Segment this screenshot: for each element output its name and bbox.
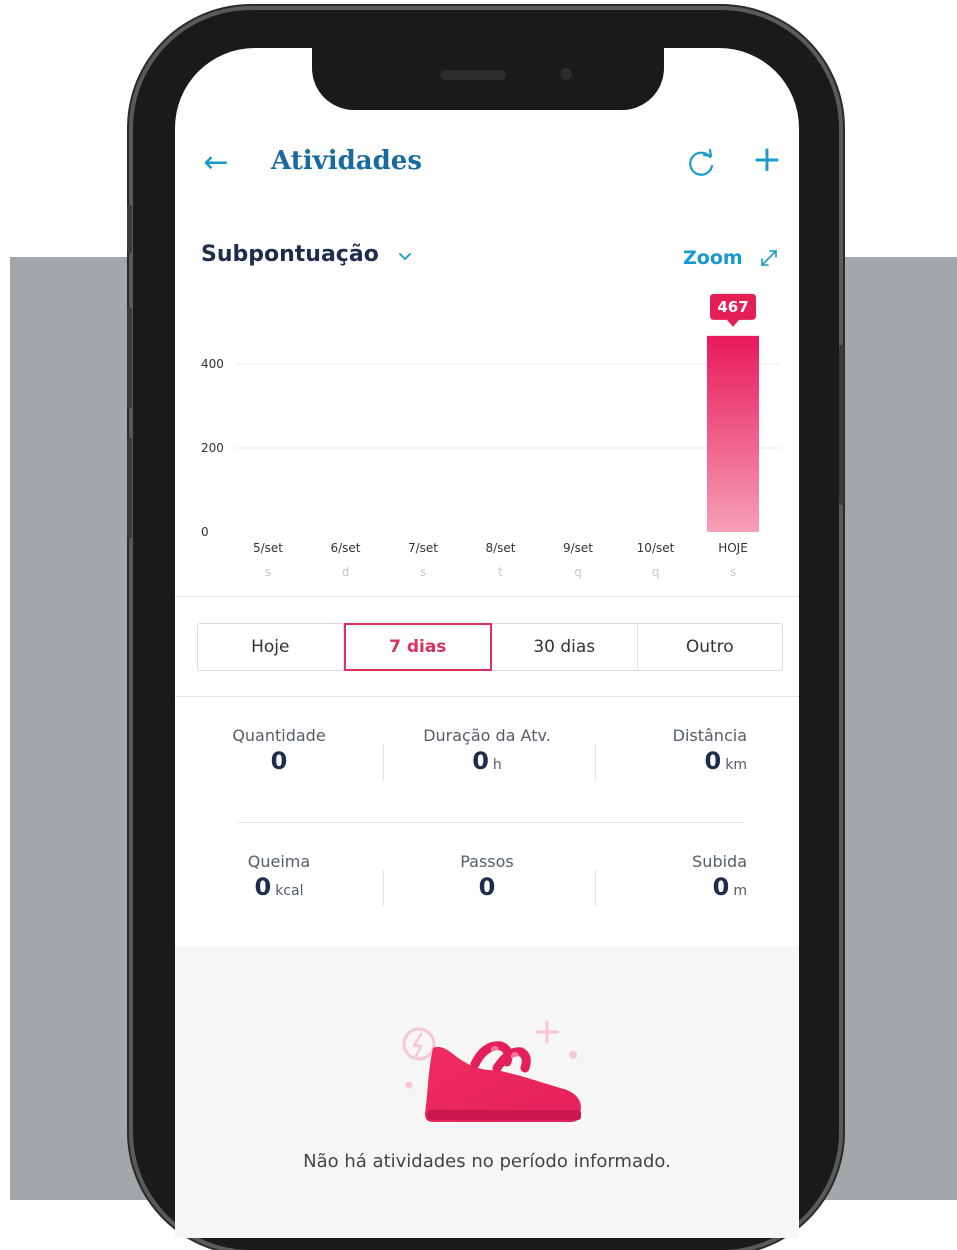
period-option-outro[interactable]: Outro <box>638 624 783 670</box>
power-button <box>839 345 844 505</box>
page-title: Atividades <box>271 146 422 176</box>
section-divider <box>175 696 799 697</box>
section-divider <box>175 596 799 597</box>
stat-label: Distância <box>672 726 747 745</box>
stat-value: 0 km <box>704 747 747 775</box>
phone-frame: ← Atividades + Subpontuação Zoom 467 0 2… <box>127 10 844 1250</box>
chart-bar[interactable] <box>707 335 759 532</box>
stat-subida: Subida 0m <box>583 852 747 901</box>
app-screen: ← Atividades + Subpontuação Zoom 467 0 2… <box>175 48 799 1238</box>
sneaker-icon <box>402 1020 581 1122</box>
x-tick-label: 9/set <box>563 541 593 555</box>
stat-label: Quantidade <box>232 726 326 745</box>
stat-duracao: Duração da Atv. 0h <box>397 726 577 775</box>
x-tick-label: 10/set <box>637 541 675 555</box>
stat-label: Subida <box>692 852 747 871</box>
stats-panel: Quantidade 0 Duração da Atv. 0h Distânci… <box>175 698 799 946</box>
day-initial-label: t <box>498 565 503 579</box>
empty-state-message: Não há atividades no período informado. <box>303 1151 671 1172</box>
stat-distancia: Distância 0 km <box>583 726 747 775</box>
stat-queima: Queima 0 kcal <box>189 852 369 901</box>
value-callout-label: 467 <box>717 298 748 316</box>
notch <box>312 48 664 110</box>
stat-separator <box>383 744 384 780</box>
stat-quantidade: Quantidade 0 <box>189 726 369 775</box>
y-tick-label: 200 <box>201 441 224 455</box>
day-initial-label: q <box>652 565 660 579</box>
period-selector: Hoje 7 dias 30 dias Outro <box>197 623 783 671</box>
x-tick-label: 5/set <box>253 541 283 555</box>
stat-passos: Passos 0 <box>397 852 577 901</box>
stat-value: 0 kcal <box>254 873 304 901</box>
app-header: ← Atividades + <box>175 128 799 198</box>
speaker <box>440 70 506 80</box>
stat-label: Queima <box>247 852 311 871</box>
front-camera <box>560 68 572 80</box>
metric-row: Subpontuação Zoom <box>175 238 799 278</box>
refresh-icon[interactable] <box>683 146 719 182</box>
add-icon[interactable]: + <box>749 142 785 178</box>
x-tick-label: 6/set <box>330 541 360 555</box>
stat-value: 0h <box>472 747 502 775</box>
day-initial-label: d <box>342 565 350 579</box>
mute-switch <box>127 205 132 253</box>
back-arrow-icon[interactable]: ← <box>199 146 233 180</box>
x-tick-label: 7/set <box>408 541 438 555</box>
stat-value: 0 <box>478 873 496 901</box>
period-option-hoje[interactable]: Hoje <box>198 624 344 670</box>
day-initial-label: s <box>730 565 736 579</box>
stat-value: 0m <box>712 873 747 901</box>
volume-down-button <box>127 438 132 538</box>
metric-dropdown-label[interactable]: Subpontuação <box>201 242 379 267</box>
volume-up-button <box>127 308 132 408</box>
day-initial-label: q <box>574 565 582 579</box>
stat-label: Duração da Atv. <box>423 726 551 745</box>
stats-divider <box>237 822 745 823</box>
y-tick-label: 0 <box>201 525 209 539</box>
x-tick-label: 8/set <box>485 541 515 555</box>
period-option-30-dias[interactable]: 30 dias <box>492 624 638 670</box>
day-initial-label: s <box>265 565 271 579</box>
period-option-7-dias[interactable]: 7 dias <box>343 623 492 671</box>
x-tick-label: HOJE <box>718 541 748 555</box>
zoom-button[interactable]: Zoom <box>683 247 743 269</box>
y-tick-label: 400 <box>201 357 224 371</box>
stat-separator <box>383 870 384 906</box>
expand-icon[interactable] <box>757 246 781 270</box>
stat-value: 0 <box>270 747 288 775</box>
day-initial-label: s <box>420 565 426 579</box>
chevron-down-icon[interactable] <box>397 248 413 264</box>
empty-state: Não há atividades no período informado. <box>175 946 799 1238</box>
chart-svg: 467 0 200 400 5/set s 6/set d 7/set s 8/set t 9/set… <box>201 293 781 579</box>
bar-chart: 467 0 200 400 5/set s 6/set d 7/set s 8/set t 9/set… <box>175 284 799 584</box>
stat-label: Passos <box>460 852 514 871</box>
